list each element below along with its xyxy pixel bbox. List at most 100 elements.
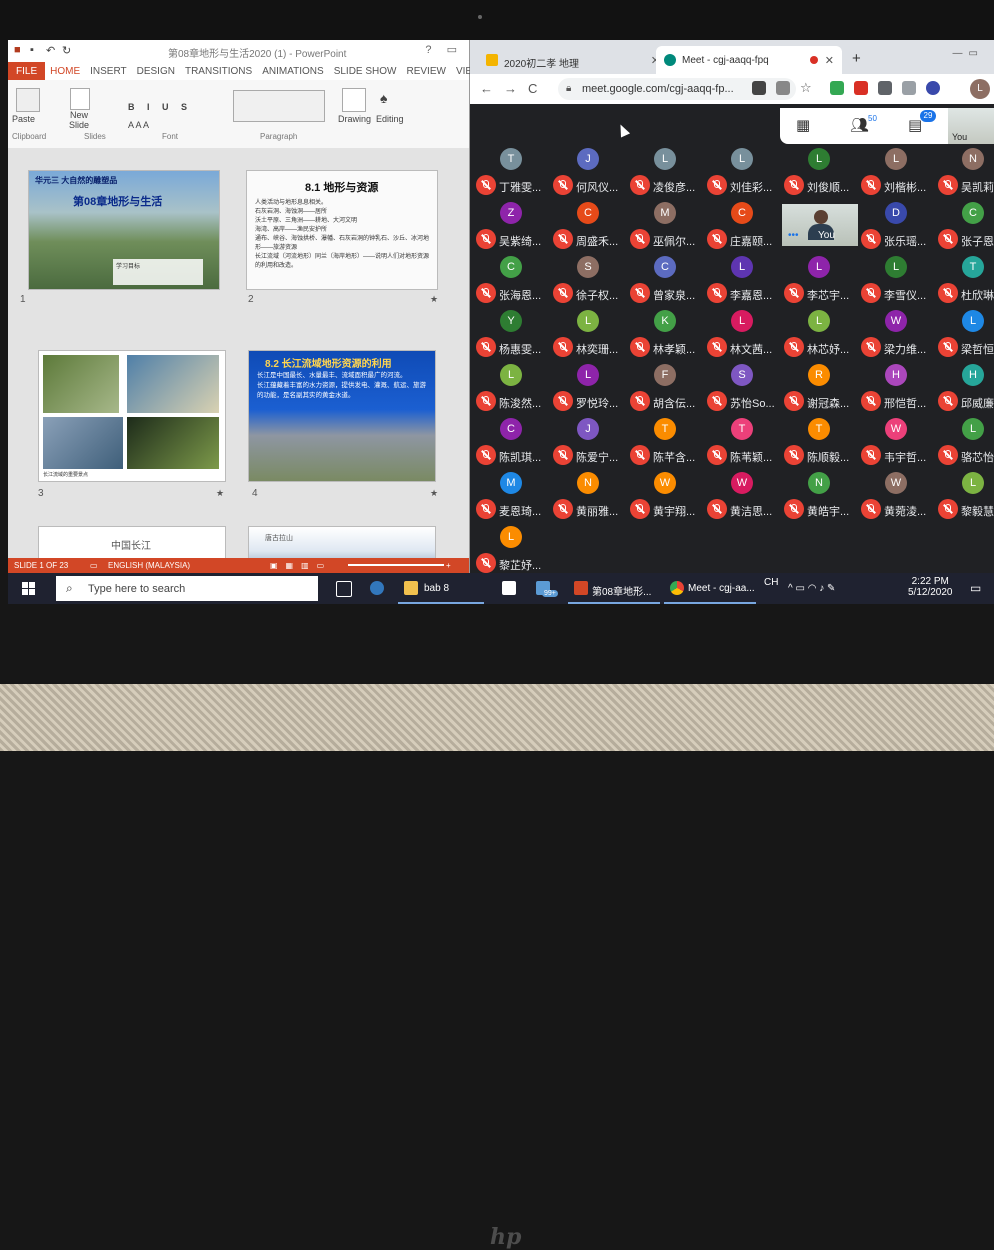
extension-icon[interactable] (830, 81, 844, 95)
grid-extension-icon[interactable] (878, 81, 892, 95)
participant-tile[interactable]: T 杜欣琳... (936, 256, 994, 308)
participant-tile[interactable]: L 刘俊顺... (782, 148, 858, 200)
participant-tile[interactable]: L 林芯妤... (782, 310, 858, 362)
chrome-window-controls[interactable]: —▭ (953, 48, 984, 59)
drawing-button[interactable]: Drawing (338, 114, 371, 124)
tab-home[interactable]: HOME (45, 62, 85, 80)
profile-avatar[interactable]: L (970, 79, 990, 99)
translate-icon[interactable] (776, 81, 790, 95)
people-icon[interactable]: 👥︎ (850, 116, 869, 134)
taskbar-search-box[interactable]: ⌕ Type here to search (56, 576, 318, 601)
taskbar-item-explorer[interactable]: bab 8 (398, 573, 484, 604)
extension-icon[interactable] (926, 81, 940, 95)
font-size-buttons[interactable]: A A A (128, 120, 149, 130)
participant-tile[interactable]: D 张乐瑶... (859, 202, 935, 254)
paragraph-controls[interactable] (233, 90, 325, 122)
participant-tile[interactable]: L 林奕珊... (551, 310, 627, 362)
participant-tile[interactable]: C 陈凯琪... (474, 418, 550, 470)
participant-tile[interactable]: L 刘楷彬... (859, 148, 935, 200)
participant-tile[interactable]: C 张海恩... (474, 256, 550, 308)
slide-thumbnail-2[interactable]: 8.1 地形与资源 人类活动与地形息息相关。 石灰岩洞、海蚀洞——居所 沃土平原… (246, 170, 438, 290)
mail-button[interactable]: 99+ (530, 573, 564, 604)
participant-tile[interactable]: T 丁雅雯... (474, 148, 550, 200)
zoom-slider[interactable] (348, 564, 444, 566)
zoom-in-icon[interactable]: + (446, 561, 451, 570)
participant-tile[interactable]: L 刘佳彩... (705, 148, 781, 200)
windows-start-icon[interactable] (22, 582, 35, 595)
participant-tile[interactable]: L 黎毅慧... (936, 472, 994, 524)
participant-tile[interactable]: L 李嘉恩... (705, 256, 781, 308)
participant-tile[interactable]: L 李芯宇... (782, 256, 858, 308)
bookmark-star-icon[interactable]: ☆ (800, 80, 812, 96)
participant-tile[interactable]: T 陈芊含... (628, 418, 704, 470)
participant-tile[interactable]: S 徐子权... (551, 256, 627, 308)
taskbar-item-chrome[interactable]: Meet - cgj-aa... (664, 573, 756, 604)
participant-tile[interactable]: R 谢冠森... (782, 364, 858, 416)
extension-icon[interactable] (902, 81, 916, 95)
participant-tile[interactable]: C 曾家泉... (628, 256, 704, 308)
participant-tile[interactable]: W 黄宇翔... (628, 472, 704, 524)
reload-icon[interactable]: C (528, 81, 537, 96)
new-slide-icon[interactable] (70, 88, 90, 110)
participant-tile[interactable]: L 梁哲恒... (936, 310, 994, 362)
slide-thumbnail-3[interactable]: 长江流域的重要景点 (38, 350, 226, 482)
paste-icon[interactable] (16, 88, 40, 112)
close-tab-icon[interactable]: ✕ (825, 54, 834, 67)
notes-icon[interactable]: ▭ (90, 561, 98, 570)
tab-design[interactable]: DESIGN (132, 62, 180, 80)
participant-tile[interactable]: W 梁力维... (859, 310, 935, 362)
language-indicator[interactable]: ENGLISH (MALAYSIA) (108, 561, 190, 570)
browser-tab-meet[interactable]: Meet - cgj-aaqq-fpq ✕ (656, 46, 842, 74)
participant-tile[interactable]: L 陈浚然... (474, 364, 550, 416)
tab-transitions[interactable]: TRANSITIONS (180, 62, 257, 80)
participant-tile[interactable]: N 黄丽雅... (551, 472, 627, 524)
participant-tile[interactable]: W 黄洁思... (705, 472, 781, 524)
tray-icons[interactable]: ^ ▭ ◠ ♪ ✎ (788, 583, 835, 594)
slide-thumbnail-1[interactable]: 华元三 大自然的雕塑品 第08章地形与生活 学习目标 (28, 170, 220, 290)
tab-review[interactable]: REVIEW (401, 62, 450, 80)
participant-tile[interactable]: Y 杨惠雯... (474, 310, 550, 362)
self-preview[interactable]: You (948, 108, 994, 144)
participant-tile[interactable]: W 韦宇哲... (859, 418, 935, 470)
participant-tile[interactable]: H 邢恺哲... (859, 364, 935, 416)
editing-button[interactable]: Editing (376, 114, 404, 124)
participant-tile[interactable]: C 周盛禾... (551, 202, 627, 254)
notifications-icon[interactable]: ▭ (970, 581, 981, 595)
font-style-buttons[interactable]: B I U S (128, 102, 192, 112)
participant-tile[interactable]: S 苏怡So... (705, 364, 781, 416)
participant-tile[interactable]: J 何风仪... (551, 148, 627, 200)
participant-tile[interactable]: Z 吴紫绮... (474, 202, 550, 254)
binoculars-icon[interactable]: ♠ (380, 90, 387, 106)
participant-tile[interactable]: F 胡含伝... (628, 364, 704, 416)
participant-tile[interactable]: L 罗悦玲... (551, 364, 627, 416)
browser-tab-classroom[interactable]: 2020初二孝 地理 ✕ (478, 46, 668, 74)
edge-button[interactable] (364, 573, 392, 604)
camera-icon[interactable] (752, 81, 766, 95)
undo-icon[interactable]: ↶ (46, 44, 55, 57)
save-icon[interactable]: ▪ (30, 44, 34, 56)
tab-animations[interactable]: ANIMATIONS (257, 62, 328, 80)
participant-tile[interactable]: C 庄嘉颐... (705, 202, 781, 254)
view-buttons[interactable]: ▣▦▥▭ (270, 561, 332, 570)
participant-tile[interactable]: T 陈苇颖... (705, 418, 781, 470)
store-button[interactable] (496, 573, 522, 604)
ppt-window-controls[interactable]: ? ▭ (425, 43, 463, 56)
tab-insert[interactable]: INSERT (85, 62, 132, 80)
redo-icon[interactable]: ↻ (62, 44, 71, 57)
back-icon[interactable]: ← (480, 81, 493, 96)
participant-tile[interactable]: C 张子恩... (936, 202, 994, 254)
participant-tile[interactable]: M 巫佩尔... (628, 202, 704, 254)
participant-tile[interactable]: L 李雪仪... (859, 256, 935, 308)
participant-tile[interactable]: L 凌俊彦... (628, 148, 704, 200)
new-tab-button[interactable]: + (852, 50, 861, 67)
layout-grid-icon[interactable]: ▦ (796, 116, 810, 134)
tab-slide-show[interactable]: SLIDE SHOW (329, 62, 402, 80)
taskbar-clock[interactable]: 2:22 PM 5/12/2020 (908, 576, 953, 598)
tab-file[interactable]: FILE (8, 62, 46, 80)
slide-thumbnail-4[interactable]: 8.2 长江流域地形资源的利用 长江是中国最长、水量最丰、流域面积最广的河流。 … (248, 350, 436, 482)
new-slide-button[interactable]: New Slide (64, 110, 94, 130)
task-view-button[interactable] (330, 573, 356, 604)
participant-tile[interactable]: L 骆芯怡... (936, 418, 994, 470)
drawing-icon[interactable] (342, 88, 366, 112)
participant-tile[interactable]: K 林孝颖... (628, 310, 704, 362)
